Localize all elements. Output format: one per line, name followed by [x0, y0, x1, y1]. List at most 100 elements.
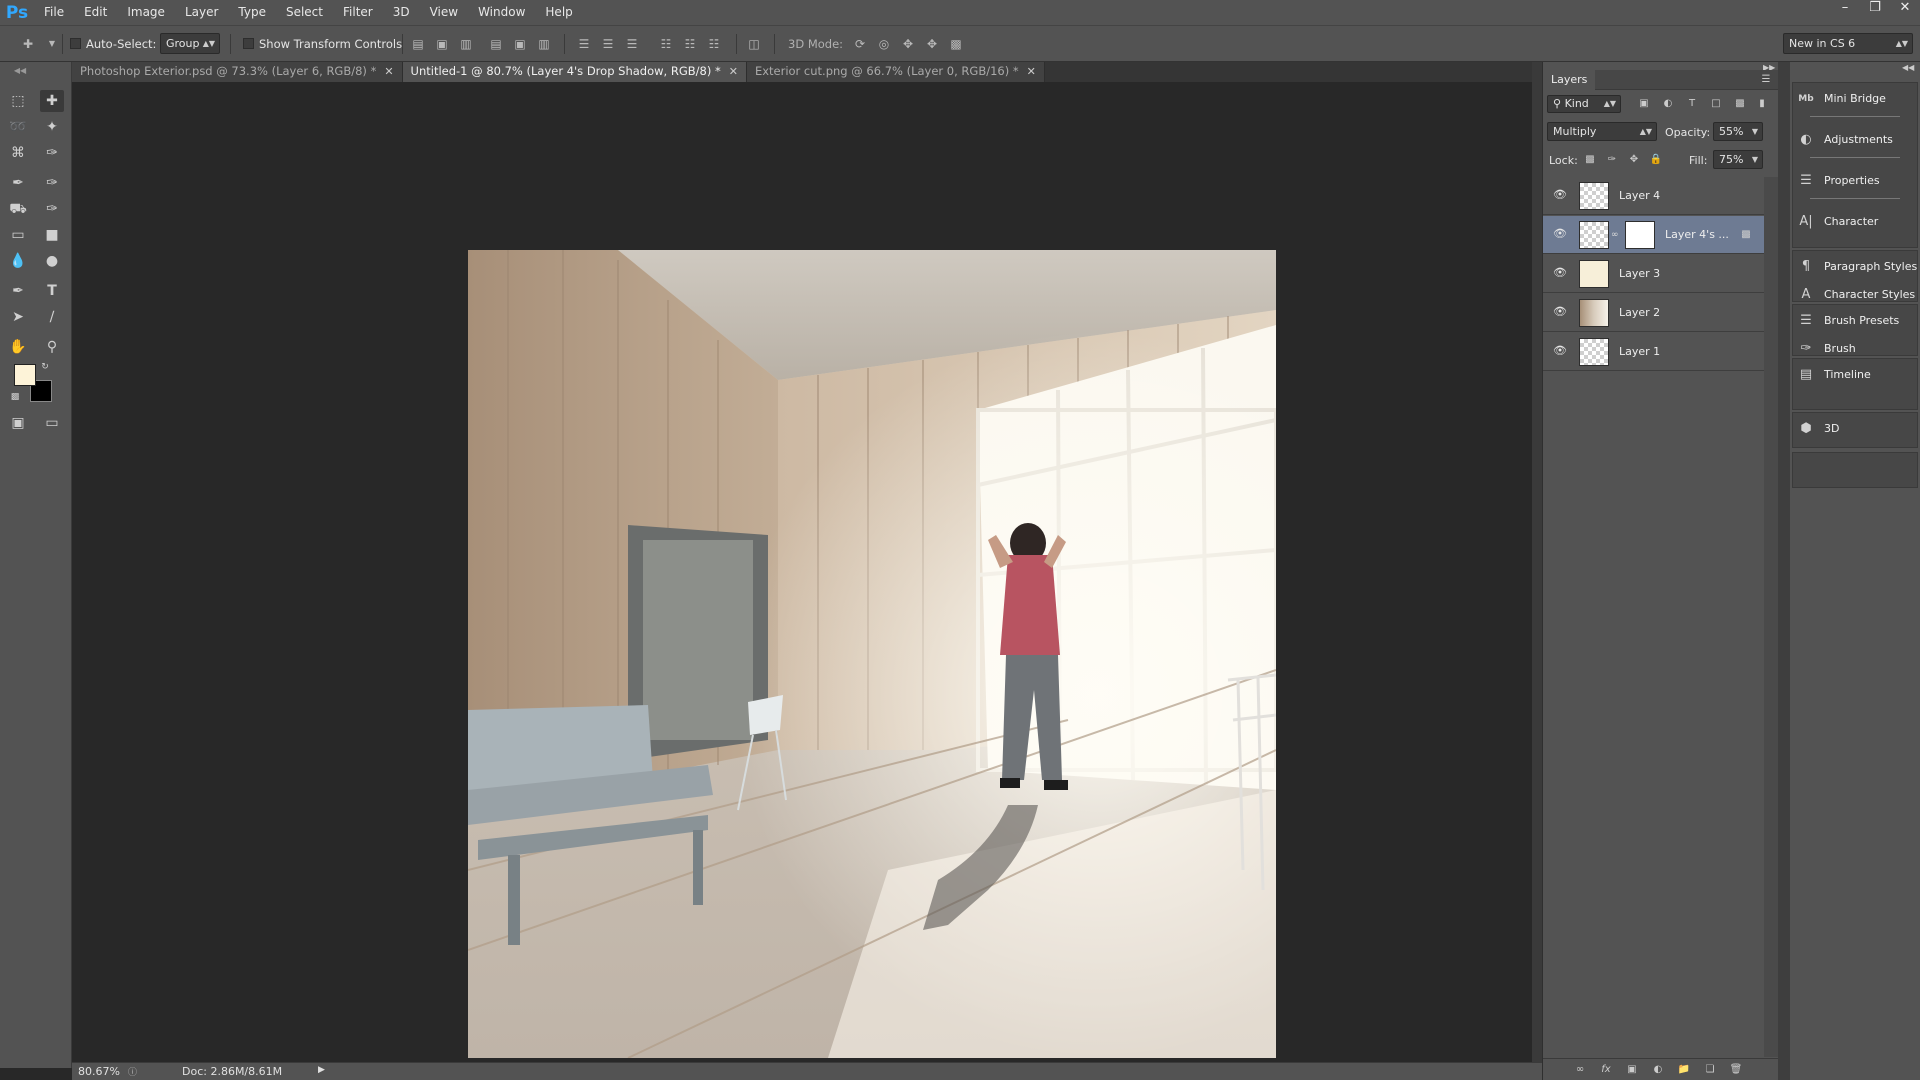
auto-select-dropdown[interactable]: Group ▲▼ [160, 33, 220, 54]
new-group-icon[interactable]: 📁 [1677, 1063, 1691, 1077]
dock-item-properties[interactable]: ☰ Properties [1790, 166, 1920, 196]
visibility-eye-icon[interactable]: 👁 [1553, 345, 1567, 357]
layer-row-layer-2[interactable]: 👁 Layer 2 [1543, 294, 1764, 332]
default-colors-icon[interactable]: ▩ [8, 390, 22, 404]
align-hcenter-icon[interactable]: ▣ [512, 36, 528, 52]
menu-file[interactable]: File [34, 0, 74, 25]
menu-filter[interactable]: Filter [333, 0, 383, 25]
info-icon[interactable]: ⓘ [128, 1065, 137, 1078]
layer-row-layer-3[interactable]: 👁 Layer 3 [1543, 255, 1764, 293]
close-icon[interactable]: ✕ [384, 65, 393, 78]
eraser-tool-icon[interactable]: ▭ [6, 224, 30, 246]
link-layers-icon[interactable]: ∞ [1573, 1063, 1587, 1077]
expand-panels-icon[interactable]: ◀◀ [1902, 63, 1914, 72]
dodge-tool-icon[interactable]: ● [40, 250, 64, 272]
chevron-down-icon[interactable]: ▼ [1752, 123, 1758, 140]
move-tool-preset-icon[interactable]: ✚ [20, 36, 36, 52]
close-icon[interactable]: ✕ [1027, 65, 1036, 78]
eyedropper-tool-icon[interactable]: ✑ [40, 142, 64, 164]
line-tool-icon[interactable]: ∕ [40, 306, 64, 328]
dock-item-character[interactable]: A| Character [1790, 207, 1920, 237]
fill-field[interactable]: 75% ▼ [1713, 150, 1763, 169]
lock-image-icon[interactable]: ✑ [1605, 153, 1619, 167]
new-adjustment-layer-icon[interactable]: ◐ [1651, 1063, 1665, 1077]
close-button[interactable]: ✕ [1890, 0, 1920, 18]
history-brush-tool-icon[interactable]: ✑ [40, 198, 64, 220]
zoom-tool-icon[interactable]: ⚲ [40, 336, 64, 358]
layer-row-layer-4-drop-shadow[interactable]: 👁 ∞ Layer 4's ... ▩ [1543, 216, 1764, 254]
auto-align-icon[interactable]: ◫ [746, 36, 762, 52]
menu-window[interactable]: Window [468, 0, 535, 25]
3d-slide-icon[interactable]: ✥ [924, 36, 940, 52]
transform-controls-checkbox[interactable] [243, 38, 254, 49]
layer-row-layer-4[interactable]: 👁 Layer 4 [1543, 177, 1764, 215]
blend-mode-dropdown[interactable]: Multiply ▲▼ [1547, 122, 1657, 141]
collapse-toolbox-icon[interactable]: ◀◀ [8, 66, 32, 76]
menu-3d[interactable]: 3D [383, 0, 420, 25]
pen-tool-icon[interactable]: ✒ [6, 280, 30, 302]
align-top-icon[interactable]: ▤ [410, 36, 426, 52]
screen-mode-icon[interactable]: ▭ [40, 412, 64, 434]
visibility-eye-icon[interactable]: 👁 [1553, 306, 1567, 318]
pixel-layer-filter-icon[interactable]: ▣ [1637, 97, 1651, 111]
foreground-color-swatch[interactable] [14, 364, 36, 386]
distribute-left-icon[interactable]: ☷ [658, 36, 674, 52]
filter-kind-dropdown[interactable]: ⚲ Kind ▲▼ [1547, 95, 1621, 113]
zoom-level[interactable]: 80.67% [78, 1065, 120, 1078]
crop-tool-icon[interactable]: ⌘ [6, 142, 30, 164]
new-layer-icon[interactable]: ❏ [1703, 1063, 1717, 1077]
menu-type[interactable]: Type [228, 0, 276, 25]
shape-layer-filter-icon[interactable]: □ [1709, 97, 1723, 111]
lock-position-icon[interactable]: ✥ [1627, 153, 1641, 167]
panel-dock-divider[interactable] [1778, 62, 1790, 1080]
layer-style-icon[interactable]: fx [1599, 1063, 1613, 1077]
gradient-tool-icon[interactable]: ■ [40, 224, 64, 246]
add-mask-icon[interactable]: ▣ [1625, 1063, 1639, 1077]
canvas-area[interactable] [72, 82, 1542, 1062]
delete-layer-icon[interactable]: 🗑 [1729, 1063, 1743, 1077]
dock-item-adjustments[interactable]: ◐ Adjustments [1790, 125, 1920, 155]
distribute-top-icon[interactable]: ☰ [576, 36, 592, 52]
menu-help[interactable]: Help [535, 0, 582, 25]
minimize-button[interactable]: – [1830, 0, 1860, 18]
brush-tool-icon[interactable]: ✑ [40, 172, 64, 194]
menu-image[interactable]: Image [117, 0, 175, 25]
lasso-tool-icon[interactable]: ➿ [6, 116, 30, 138]
tab-untitled-1[interactable]: Untitled-1 @ 80.7% (Layer 4's Drop Shado… [402, 62, 747, 82]
rectangular-marquee-tool-icon[interactable]: ⬚ [6, 90, 30, 112]
tab-photoshop-exterior[interactable]: Photoshop Exterior.psd @ 73.3% (Layer 6,… [72, 62, 403, 82]
tab-layers[interactable]: Layers [1543, 70, 1596, 90]
menu-view[interactable]: View [420, 0, 468, 25]
3d-roll-icon[interactable]: ◎ [876, 36, 892, 52]
dock-item-brush-presets[interactable]: ☰ Brush Presets [1790, 306, 1920, 336]
menu-layer[interactable]: Layer [175, 0, 228, 25]
opacity-field[interactable]: 55% ▼ [1713, 122, 1763, 141]
adjustment-layer-filter-icon[interactable]: ◐ [1661, 97, 1675, 111]
smart-object-filter-icon[interactable]: ▩ [1733, 97, 1747, 111]
lock-transparent-icon[interactable]: ▩ [1583, 153, 1597, 167]
distribute-right-icon[interactable]: ☷ [706, 36, 722, 52]
move-tool-icon[interactable]: ✚ [40, 90, 64, 112]
align-vcenter-icon[interactable]: ▣ [434, 36, 450, 52]
distribute-bottom-icon[interactable]: ☰ [624, 36, 640, 52]
layer-name[interactable]: Layer 1 [1619, 345, 1660, 358]
type-layer-filter-icon[interactable]: T [1685, 97, 1699, 111]
workspace-dropdown[interactable]: New in CS 6 ▲▼ [1783, 33, 1913, 54]
dock-item-timeline[interactable]: ▤ Timeline [1790, 360, 1920, 390]
filter-toggle-icon[interactable]: ▮ [1755, 97, 1769, 111]
type-tool-icon[interactable]: T [40, 280, 64, 302]
distribute-hcenter-icon[interactable]: ☷ [682, 36, 698, 52]
layer-mask-thumbnail[interactable] [1625, 221, 1655, 249]
dock-item-mini-bridge[interactable]: Mb Mini Bridge [1790, 84, 1920, 114]
healing-brush-tool-icon[interactable]: ✒ [6, 172, 30, 194]
path-selection-tool-icon[interactable]: ➤ [6, 306, 30, 328]
layer-name[interactable]: Layer 4's ... [1665, 228, 1729, 241]
panel-menu-icon[interactable]: ☰ [1759, 73, 1773, 87]
lock-all-icon[interactable]: 🔒 [1649, 153, 1663, 167]
clone-stamp-tool-icon[interactable]: ⛟ [6, 198, 30, 220]
align-left-icon[interactable]: ▤ [488, 36, 504, 52]
tab-exterior-cut[interactable]: Exterior cut.png @ 66.7% (Layer 0, RGB/1… [746, 62, 1045, 82]
layer-name[interactable]: Layer 4 [1619, 189, 1660, 202]
blur-tool-icon[interactable]: 💧 [6, 250, 30, 272]
document-canvas[interactable] [468, 250, 1276, 1058]
